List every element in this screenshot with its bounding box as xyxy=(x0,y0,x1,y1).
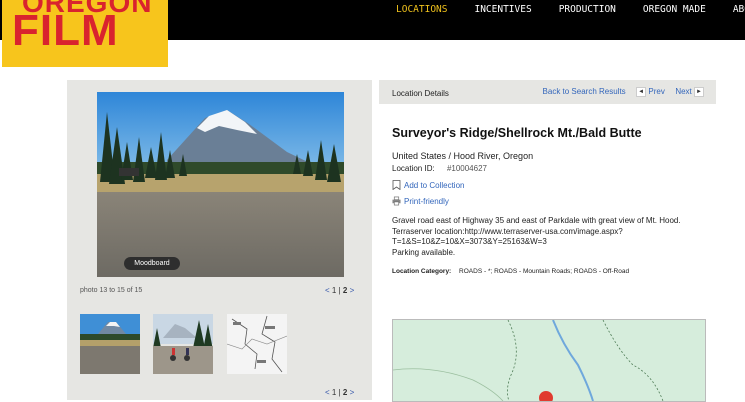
location-id: Location ID: #10004627 xyxy=(392,164,487,173)
section-label: Location Details xyxy=(392,89,449,98)
map-pin-icon[interactable] xyxy=(539,391,553,401)
location-title: Surveyor's Ridge/Shellrock Mt./Bald Butt… xyxy=(392,126,642,140)
nav-production[interactable]: PRODUCTION xyxy=(559,4,616,15)
description-line: T=1&S=10&Z=10&X=3073&Y=25163&W=3 xyxy=(392,237,547,246)
logo-text: FILM xyxy=(12,6,119,55)
main-nav: LOCATIONS INCENTIVES PRODUCTION OREGON M… xyxy=(396,4,745,15)
pager-prev[interactable]: < xyxy=(325,286,330,295)
bookmark-icon xyxy=(392,180,401,190)
main-location-photo[interactable] xyxy=(97,92,344,277)
next-arrow-icon[interactable]: ► xyxy=(694,87,704,97)
location-description: Gravel road east of Highway 35 and east … xyxy=(392,216,712,258)
prev-arrow-icon[interactable]: ◄ xyxy=(636,87,647,97)
pager-page-2[interactable]: 2 xyxy=(343,286,347,295)
nav-about[interactable]: ABO xyxy=(733,4,745,15)
print-friendly-label: Print-friendly xyxy=(404,196,449,206)
location-category: Location Category: ROADS - *; ROADS - Mo… xyxy=(392,268,629,275)
nav-incentives[interactable]: INCENTIVES xyxy=(474,4,531,15)
gallery-pager-top: < 1 | 2 > xyxy=(325,286,354,295)
add-to-collection-button[interactable]: Add to Collection xyxy=(392,180,464,190)
thumbnail-cyclists[interactable] xyxy=(153,314,213,374)
location-id-label: Location ID: xyxy=(392,164,435,173)
pager-next-bottom[interactable]: > xyxy=(350,388,355,397)
pager-prev-bottom[interactable]: < xyxy=(325,388,330,397)
pager-separator: | xyxy=(338,286,341,295)
details-header-bar: Location Details Back to Search Results … xyxy=(379,80,716,104)
pager-page-2-bottom[interactable]: 2 xyxy=(343,388,347,397)
print-friendly-button[interactable]: Print-friendly xyxy=(392,196,449,206)
photo-count: photo 13 to 15 of 15 xyxy=(80,287,143,294)
back-to-results-link[interactable]: Back to Search Results xyxy=(543,87,626,96)
photo-gallery-panel: photo 13 to 15 of 15 < 1 | 2 > < 1 | 2 > xyxy=(67,80,372,400)
category-label: Location Category: xyxy=(392,268,452,275)
description-line: Parking available. xyxy=(392,247,456,257)
pager-page-1-bottom[interactable]: 1 xyxy=(332,388,336,397)
next-link[interactable]: Next xyxy=(675,87,691,96)
prev-link[interactable]: Prev xyxy=(648,87,664,96)
gallery-pager-bottom: < 1 | 2 > xyxy=(325,388,354,397)
printer-icon xyxy=(392,196,401,206)
location-id-value: #10004627 xyxy=(446,164,487,173)
pager-separator-bottom: | xyxy=(338,388,341,397)
category-value: ROADS - *; ROADS - Mountain Roads; ROADS… xyxy=(459,268,630,275)
details-nav-links: Back to Search Results ◄ Prev Next ► xyxy=(543,87,704,97)
thumbnail-map[interactable] xyxy=(227,314,287,374)
location-map[interactable] xyxy=(392,319,706,402)
nav-oregon-made[interactable]: OREGON MADE xyxy=(643,4,706,15)
pager-page-1[interactable]: 1 xyxy=(332,286,336,295)
description-line: Gravel road east of Highway 35 and east … xyxy=(392,216,681,225)
nav-locations[interactable]: LOCATIONS xyxy=(396,4,447,15)
add-to-collection-label: Add to Collection xyxy=(404,180,465,190)
oregon-film-logo[interactable]: OREGON FILM xyxy=(2,0,168,67)
description-line: Terraserver location:http://www.terraser… xyxy=(392,226,623,236)
moodboard-button[interactable]: Moodboard xyxy=(124,257,180,270)
pager-next[interactable]: > xyxy=(350,286,355,295)
thumbnail-mountain-view[interactable] xyxy=(80,314,140,374)
location-region: United States / Hood River, Oregon xyxy=(392,151,534,161)
